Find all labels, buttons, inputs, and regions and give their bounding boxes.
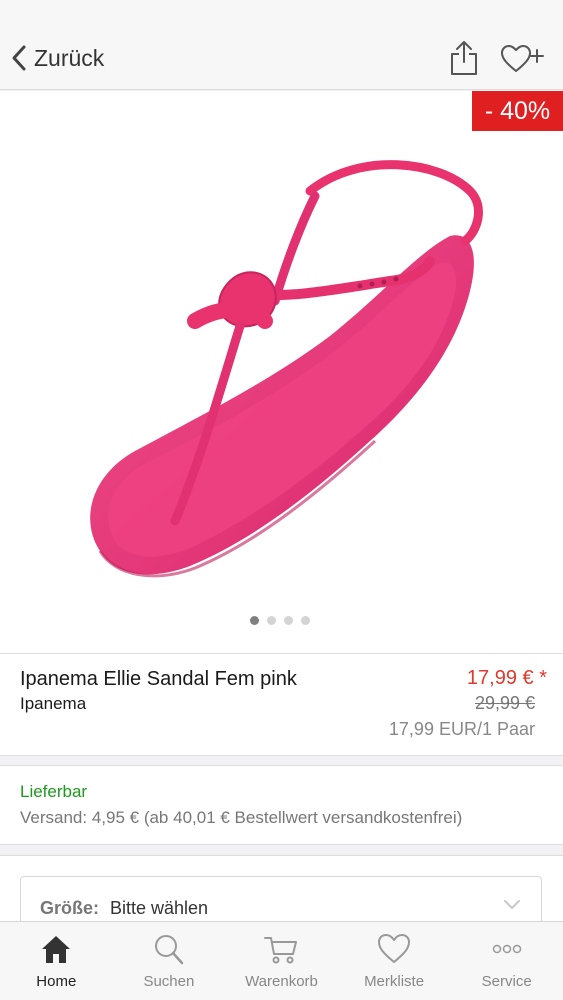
image-pagination[interactable] bbox=[250, 616, 310, 625]
tab-label: Service bbox=[481, 973, 532, 990]
tab-label: Warenkorb bbox=[245, 973, 318, 990]
heart-icon bbox=[378, 934, 411, 963]
tab-label: Home bbox=[36, 973, 77, 990]
pagination-dot[interactable] bbox=[301, 616, 310, 625]
tab-service[interactable]: Service bbox=[450, 922, 563, 1000]
shipping-info: Versand: 4,95 € (ab 40,01 € Bestellwert … bbox=[20, 808, 463, 827]
back-button[interactable]: Zurück bbox=[8, 38, 104, 78]
pagination-dot[interactable] bbox=[250, 616, 259, 625]
tab-bar: Home Suchen Warenkorb Merkliste Service bbox=[0, 921, 563, 1000]
product-image-gallery[interactable]: - 40% bbox=[0, 91, 563, 653]
size-label: Größe: bbox=[40, 898, 100, 918]
price-old: 29,99 € bbox=[474, 693, 535, 713]
tab-label: Merkliste bbox=[364, 973, 425, 990]
product-detail-screen: Zurück - 40% Ipanema Ellie Sandal Fem pi… bbox=[0, 0, 563, 1000]
back-label: Zurück bbox=[34, 44, 105, 71]
size-value: Bitte wählen bbox=[110, 898, 209, 918]
discount-badge: - 40% bbox=[472, 91, 563, 131]
tab-search[interactable]: Suchen bbox=[113, 922, 226, 1000]
product-name: Ipanema Ellie Sandal Fem pink bbox=[20, 668, 297, 690]
delivery-info-card: Lieferbar Versand: 4,95 € (ab 40,01 € Be… bbox=[0, 765, 563, 845]
product-info-card: Ipanema Ellie Sandal Fem pink Ipanema 17… bbox=[0, 653, 563, 756]
unit-price: 17,99 EUR/1 Paar bbox=[388, 719, 535, 739]
navigation-bar: Zurück bbox=[0, 0, 563, 90]
price-current: 17,99 € * bbox=[466, 667, 547, 689]
more-icon bbox=[492, 944, 521, 954]
share-icon[interactable] bbox=[449, 40, 479, 76]
heart-plus-icon[interactable] bbox=[500, 44, 546, 74]
tab-cart[interactable]: Warenkorb bbox=[225, 922, 338, 1000]
home-icon bbox=[42, 936, 71, 963]
cart-icon bbox=[264, 937, 298, 964]
pagination-dot[interactable] bbox=[284, 616, 293, 625]
tab-label: Suchen bbox=[143, 973, 195, 990]
search-icon bbox=[154, 935, 184, 965]
pagination-dot[interactable] bbox=[267, 616, 276, 625]
product-image bbox=[90, 160, 483, 578]
availability-status: Lieferbar bbox=[20, 782, 88, 801]
product-brand: Ipanema bbox=[20, 694, 87, 713]
chevron-down-icon bbox=[504, 900, 520, 909]
chevron-left-icon bbox=[12, 45, 26, 71]
tab-wishlist[interactable]: Merkliste bbox=[338, 922, 451, 1000]
tab-home[interactable]: Home bbox=[0, 922, 113, 1000]
